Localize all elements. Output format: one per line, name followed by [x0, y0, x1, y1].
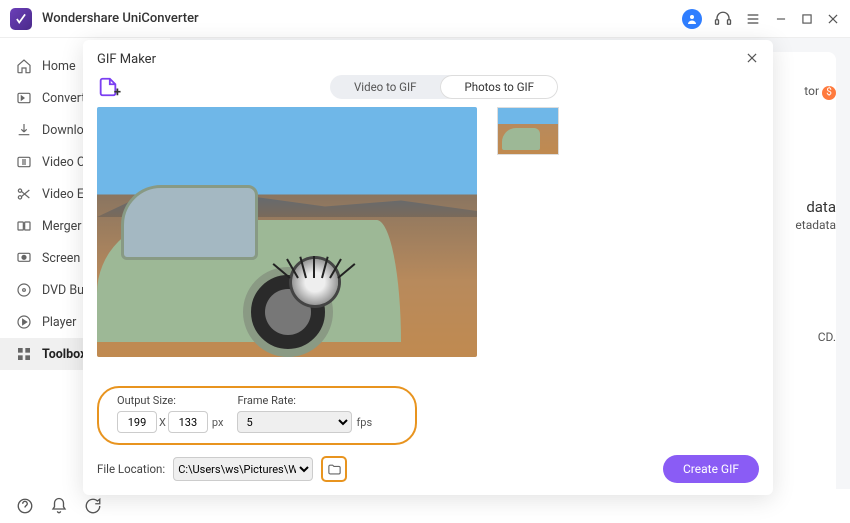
app-title: Wondershare UniConverter — [42, 11, 199, 26]
output-settings: Output Size: X px Frame Rate: 5 fps — [97, 386, 417, 445]
preview-image — [97, 107, 477, 357]
thumbnail[interactable] — [497, 107, 559, 155]
titlebar: Wondershare UniConverter — [0, 0, 850, 38]
scissors-icon — [16, 186, 32, 202]
browse-folder-button[interactable] — [321, 456, 347, 482]
sidebar-item-label: Home — [42, 59, 76, 74]
size-unit: px — [212, 416, 224, 429]
output-height-input[interactable] — [168, 411, 208, 433]
bg-text: etadata — [795, 218, 836, 232]
sidebar-item-label: Merger — [42, 219, 82, 234]
download-icon — [16, 122, 32, 138]
output-size-label: Output Size: — [117, 394, 223, 407]
size-separator: X — [159, 416, 166, 429]
bg-text: CD. — [818, 330, 836, 344]
modal-title: GIF Maker — [97, 52, 156, 67]
merge-icon — [16, 218, 32, 234]
output-width-input[interactable] — [117, 411, 157, 433]
frame-unit: fps — [356, 416, 372, 429]
gif-maker-modal: GIF Maker + Video to GIF Photos to GIF — [83, 40, 773, 495]
minimize-button[interactable] — [774, 12, 788, 26]
dvd-icon — [16, 282, 32, 298]
app-logo — [10, 8, 32, 30]
frame-rate-select[interactable]: 5 — [237, 411, 352, 433]
record-icon — [16, 250, 32, 266]
help-icon[interactable] — [16, 497, 34, 515]
sidebar-item-label: Player — [42, 315, 76, 330]
sidebar-item-label: Toolbox — [42, 347, 86, 362]
user-avatar[interactable] — [682, 9, 702, 29]
grid-icon — [16, 346, 32, 362]
tab-video-to-gif[interactable]: Video to GIF — [330, 75, 441, 99]
file-location-select[interactable]: C:\Users\ws\Pictures\Wondershare — [173, 457, 313, 481]
add-file-button[interactable]: + — [97, 76, 119, 98]
headset-icon[interactable] — [714, 10, 732, 28]
play-icon — [16, 314, 32, 330]
home-icon — [16, 58, 32, 74]
frame-rate-label: Frame Rate: — [237, 394, 372, 407]
file-location-label: File Location: — [97, 462, 165, 476]
tab-switch: Video to GIF Photos to GIF — [330, 75, 558, 99]
compress-icon — [16, 154, 32, 170]
converter-icon — [16, 90, 32, 106]
menu-icon[interactable] — [744, 10, 762, 28]
tab-photos-to-gif[interactable]: Photos to GIF — [440, 75, 558, 99]
bg-text: data — [806, 198, 836, 216]
maximize-button[interactable] — [800, 12, 814, 26]
bell-icon[interactable] — [50, 497, 68, 515]
create-gif-button[interactable]: Create GIF — [663, 455, 759, 483]
close-icon[interactable] — [745, 50, 759, 69]
bg-text: tor $ — [804, 84, 836, 100]
close-window-button[interactable] — [826, 12, 840, 26]
feedback-icon[interactable] — [84, 497, 102, 515]
